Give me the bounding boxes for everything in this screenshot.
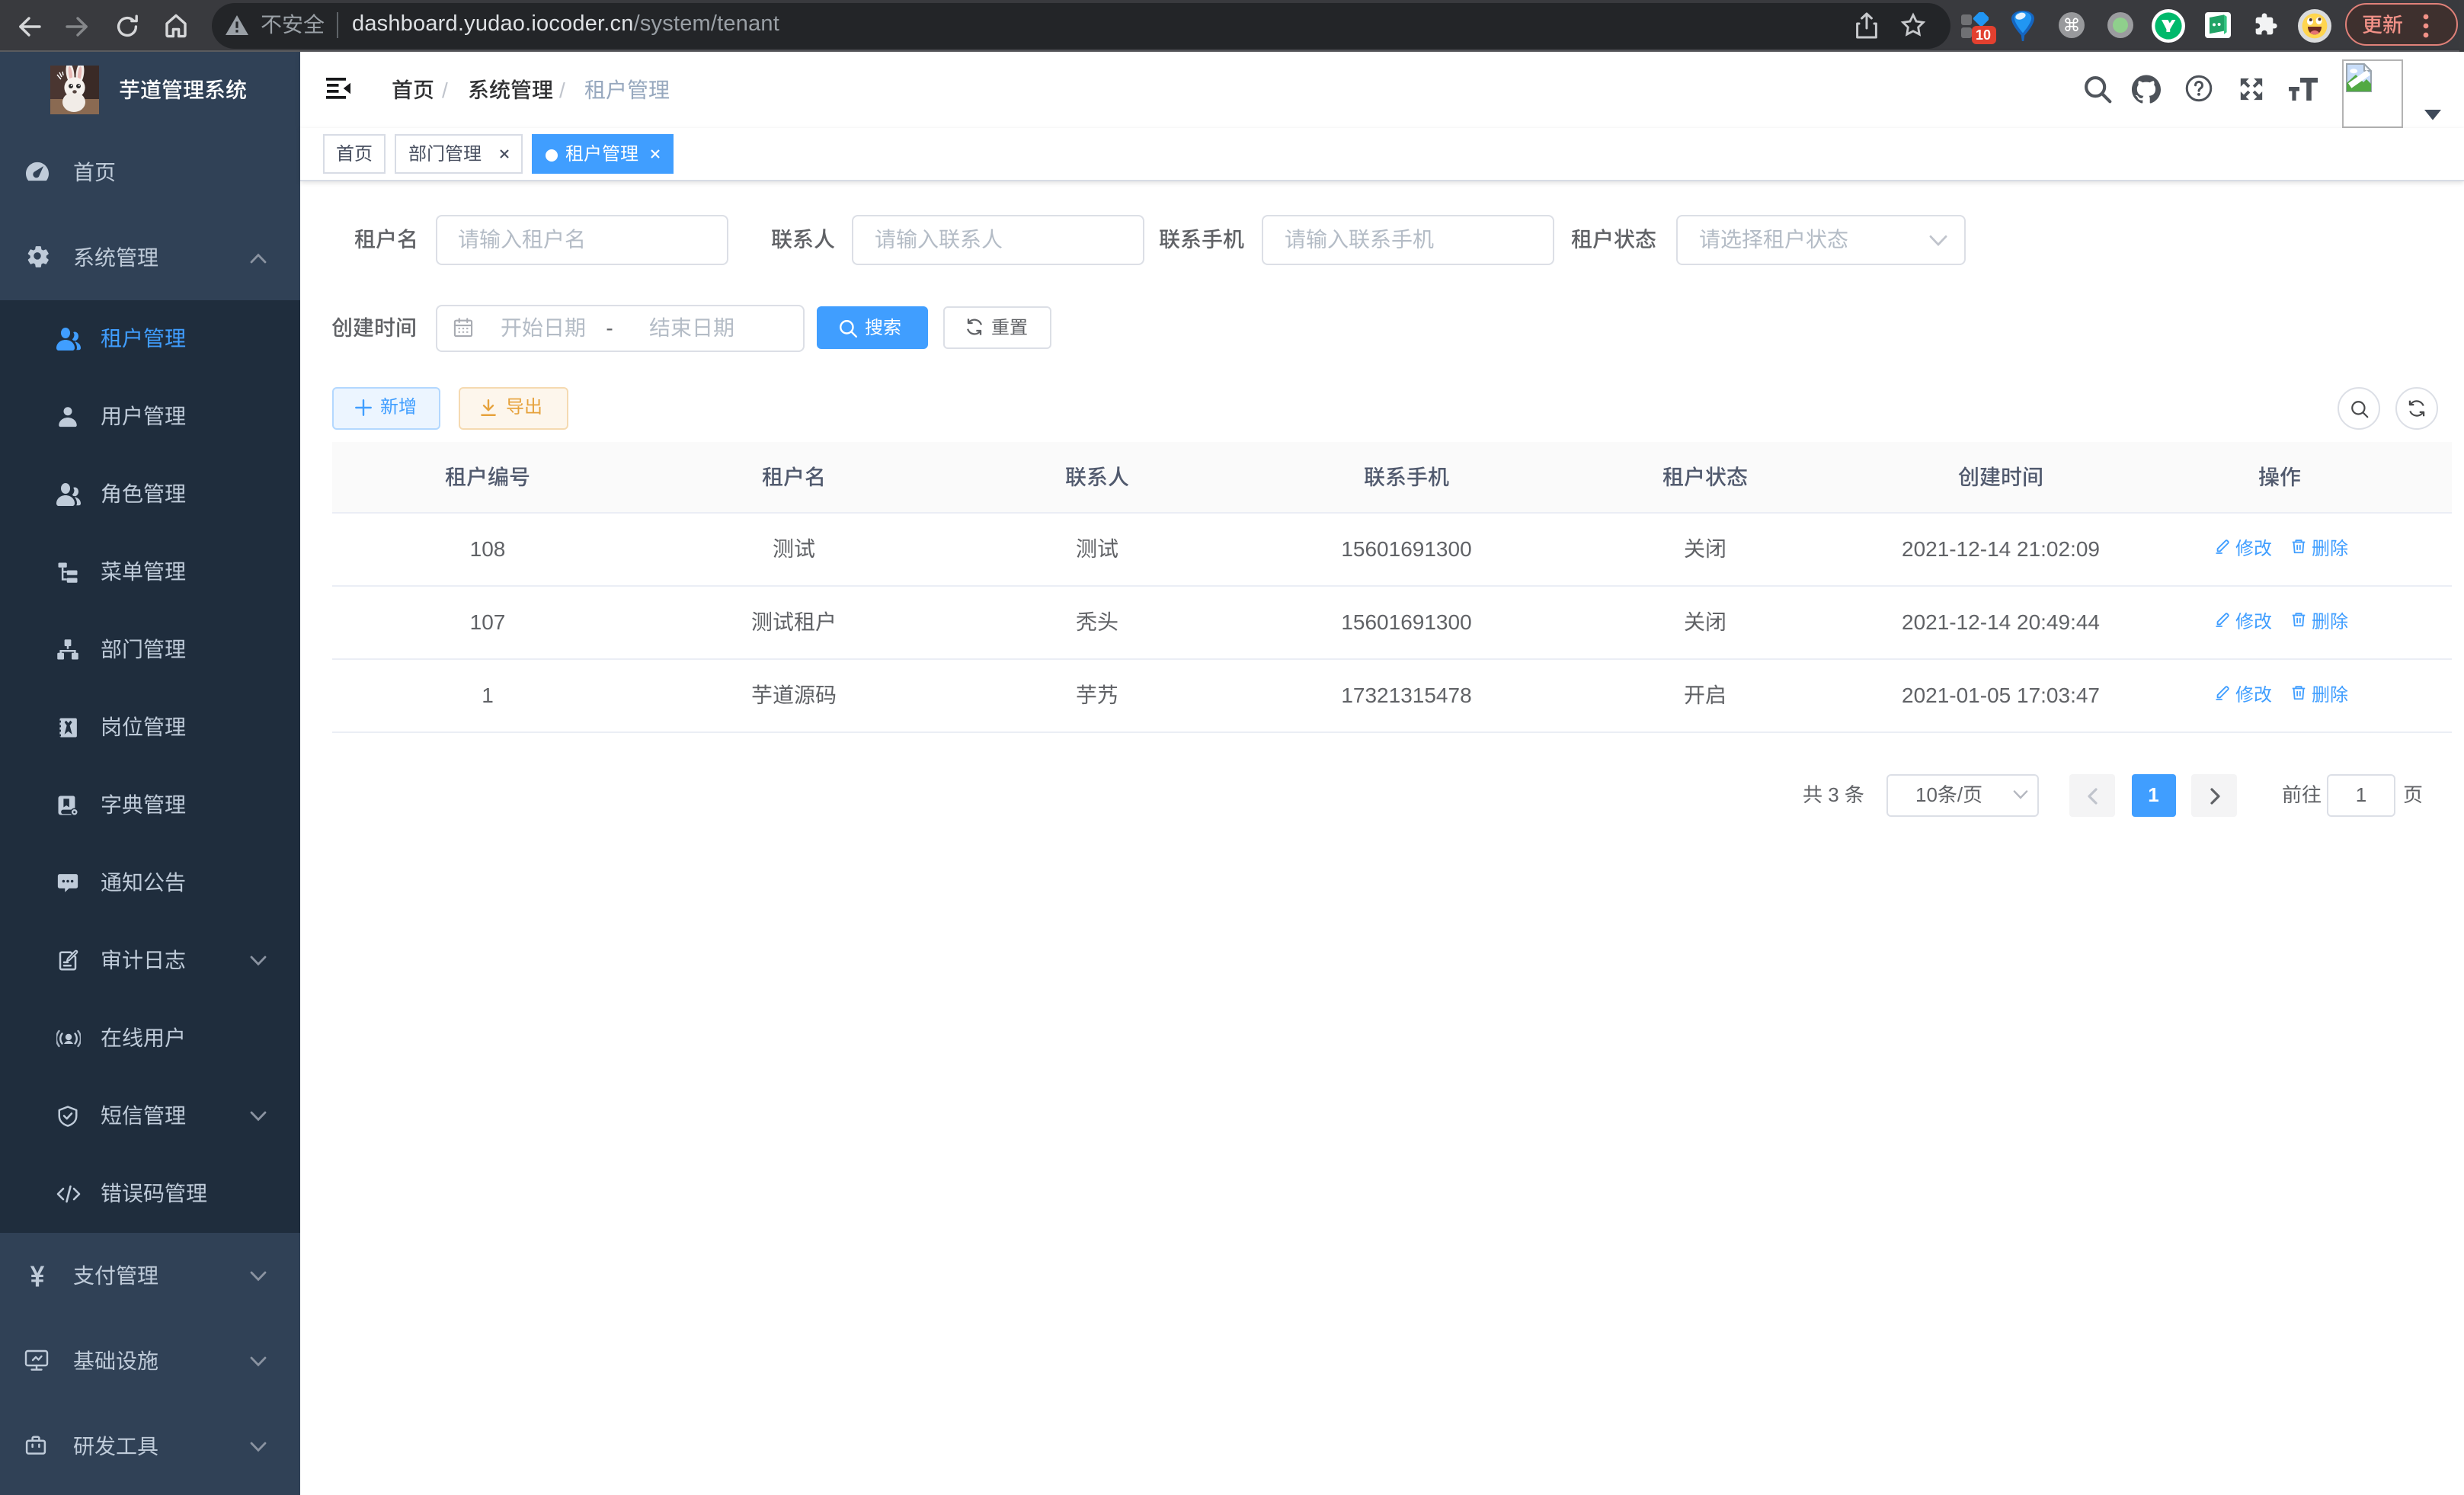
svg-text:⌘: ⌘ <box>2063 15 2081 35</box>
